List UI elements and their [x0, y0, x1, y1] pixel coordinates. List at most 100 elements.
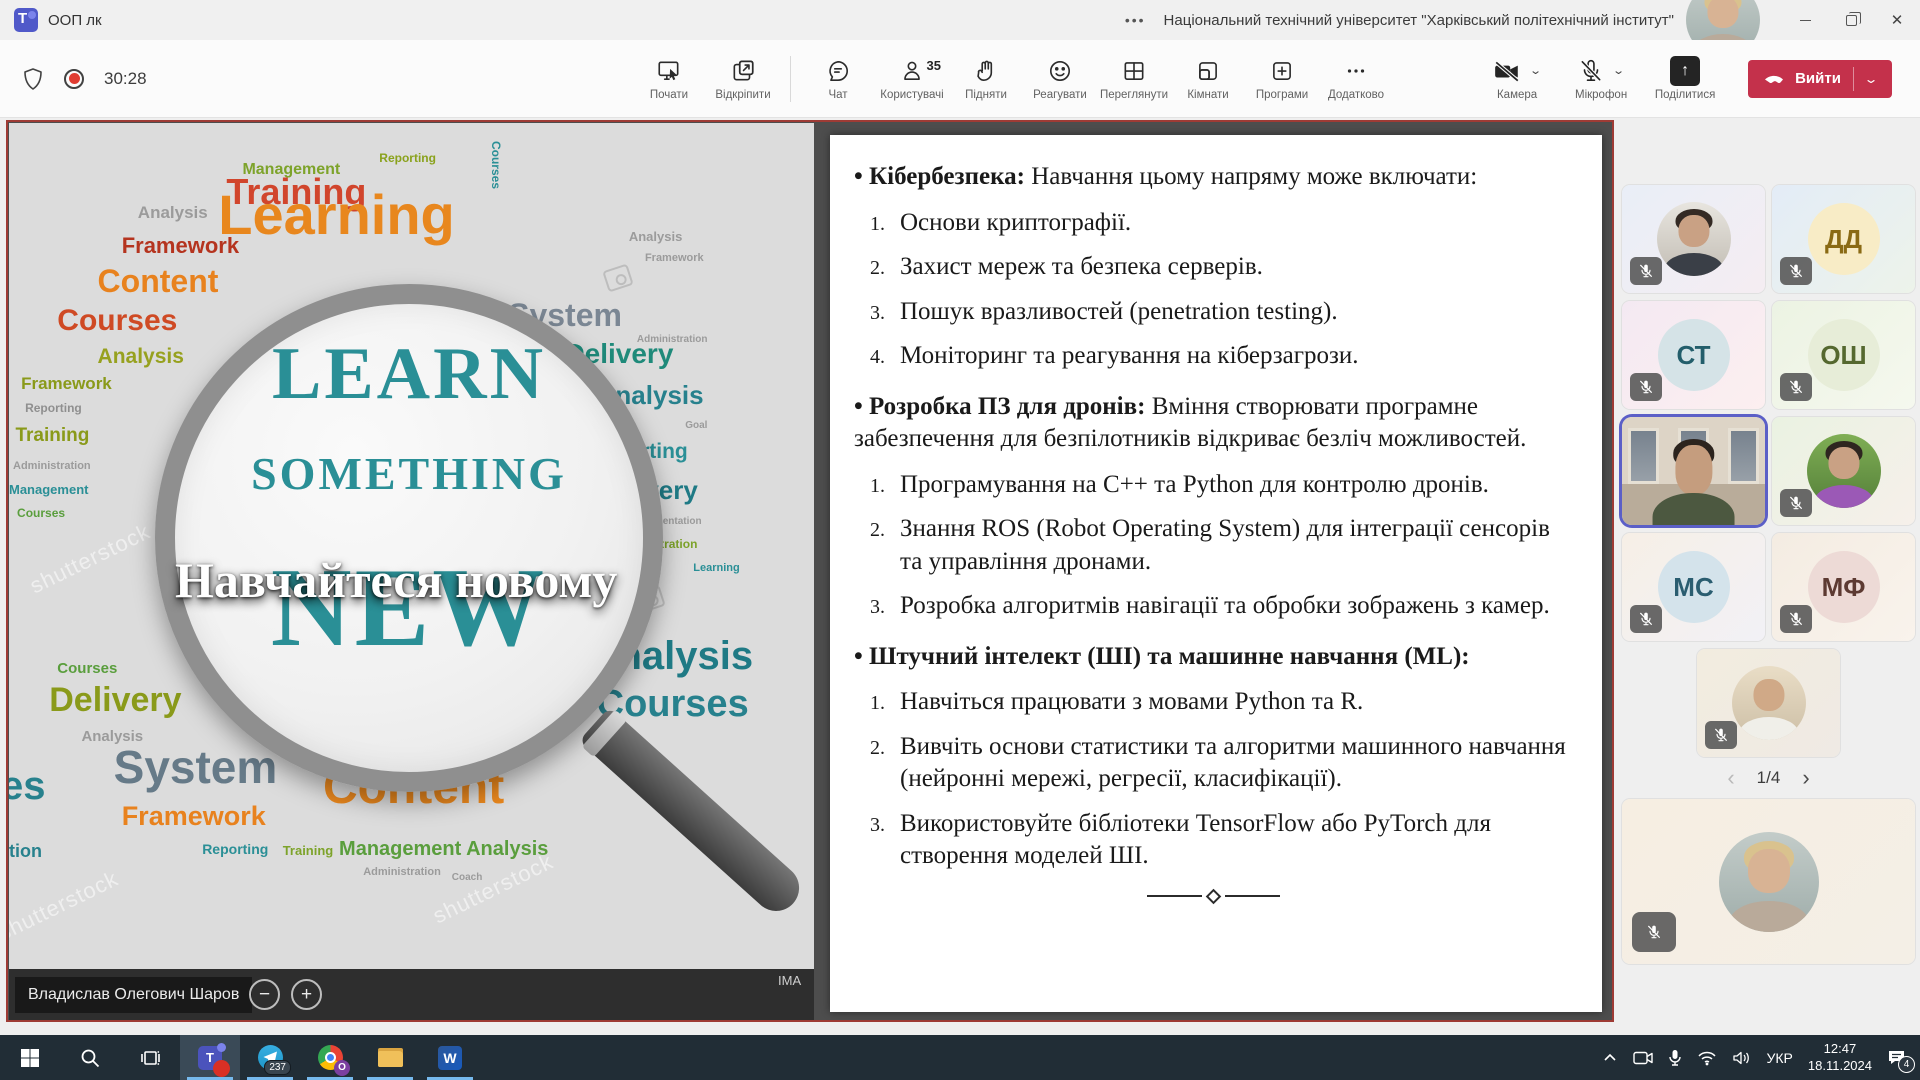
- divider-line: [1225, 895, 1280, 897]
- participant-tile[interactable]: [1697, 649, 1840, 757]
- slide-heading-lead: Навчання цьому напряму може включати:: [1025, 163, 1477, 190]
- participant-tile[interactable]: МФ: [1772, 533, 1915, 641]
- slide-list-item: 2.Вивчіть основи статистики та алгоритми…: [870, 731, 1572, 796]
- hand-button[interactable]: Підняти: [949, 51, 1023, 107]
- image-watermark-fragment: IMA: [778, 973, 801, 988]
- share-button[interactable]: ↑ Поділитися: [1648, 51, 1722, 107]
- more-button[interactable]: Додатково: [1319, 51, 1393, 107]
- presenter-overlay-strip: Владислав Олегович Шаров − +: [9, 969, 814, 1020]
- tray-action-center-icon[interactable]: 4: [1887, 1049, 1906, 1066]
- participant-tile[interactable]: СТ: [1622, 301, 1765, 409]
- tray-language-indicator[interactable]: УКР: [1767, 1050, 1793, 1066]
- taskbar-chrome-button[interactable]: O: [300, 1035, 360, 1080]
- taskbar-teams-button[interactable]: T: [180, 1035, 240, 1080]
- mic-button[interactable]: ⌄ Мікрофон: [1564, 51, 1638, 107]
- wordcloud-word: Management Analysis: [339, 839, 548, 859]
- slide-item-number: 1.: [870, 469, 900, 502]
- zoom-out-button[interactable]: −: [249, 979, 280, 1010]
- minimize-button[interactable]: [1782, 0, 1828, 40]
- muted-mic-icon: [1632, 912, 1676, 952]
- wordcloud-word: Reporting: [202, 842, 268, 856]
- tray-volume-icon[interactable]: [1732, 1050, 1752, 1066]
- taskbar-telegram-button[interactable]: 237: [240, 1035, 300, 1080]
- slide-item-number: 3.: [870, 296, 900, 329]
- speaker-head: [1675, 445, 1712, 495]
- hand-label: Підняти: [965, 89, 1007, 101]
- slide-list-item: 3.Розробка алгоритмів навігації та оброб…: [870, 590, 1572, 623]
- slide-item-text: Програмування на C++ та Python для контр…: [900, 469, 1489, 502]
- participant-tile[interactable]: ДД: [1772, 185, 1915, 293]
- hangup-phone-icon: [1762, 67, 1786, 91]
- slide-list-item: 1.Програмування на C++ та Python для кон…: [870, 469, 1572, 502]
- participant-video-tile[interactable]: [1622, 417, 1765, 525]
- slide-item-text: Захист мереж та безпека серверів.: [900, 251, 1263, 284]
- wordcloud-word: Learning: [218, 187, 454, 243]
- gallery-label: Переглянути: [1100, 89, 1168, 101]
- avatar-body: [1814, 485, 1873, 508]
- zoom-in-button[interactable]: +: [291, 979, 322, 1010]
- avatar-body: [1729, 901, 1809, 932]
- slide-list-item: 1.Основи криптографії.: [870, 207, 1572, 240]
- slide-item-number: 3.: [870, 808, 900, 873]
- rooms-button[interactable]: Кімнати: [1171, 51, 1245, 107]
- taskbar-start-button[interactable]: [0, 1035, 60, 1080]
- people-button[interactable]: 35Користувачі: [875, 51, 949, 107]
- taskbar-explorer-button[interactable]: [360, 1035, 420, 1080]
- hand-icon: [973, 57, 999, 85]
- teams-icon: T: [197, 1045, 223, 1071]
- present-button[interactable]: Почати: [632, 51, 706, 107]
- muted-mic-icon: [1780, 489, 1812, 517]
- tray-mic-icon[interactable]: [1668, 1049, 1682, 1067]
- smile-button[interactable]: Реагувати: [1023, 51, 1097, 107]
- taskbar-task-view-button[interactable]: [120, 1035, 180, 1080]
- participant-tile[interactable]: ОШ: [1772, 301, 1915, 409]
- participant-tile[interactable]: МС: [1622, 533, 1765, 641]
- titlebar-overflow-icon[interactable]: •••: [1125, 12, 1146, 28]
- pagination-prev-icon[interactable]: ‹: [1727, 767, 1734, 789]
- camera-chevron-icon[interactable]: ⌄: [1530, 64, 1543, 77]
- chat-button[interactable]: Чат: [801, 51, 875, 107]
- close-button[interactable]: ✕: [1874, 0, 1920, 40]
- tray-date: 18.11.2024: [1808, 1058, 1872, 1074]
- divider-line: [1147, 895, 1202, 897]
- slide-item-text: Пошук вразливостей (penetration testing)…: [900, 296, 1338, 329]
- watermark-text: shutterstock: [429, 849, 558, 930]
- mic-chevron-icon[interactable]: ⌄: [1613, 64, 1626, 77]
- tray-camera-icon[interactable]: [1633, 1050, 1653, 1066]
- tray-clock[interactable]: 12:47 18.11.2024: [1808, 1041, 1872, 1074]
- window-title: ООП лк: [48, 12, 102, 29]
- wordcloud-word: Courses: [57, 661, 117, 676]
- gallery-button[interactable]: Переглянути: [1097, 51, 1171, 107]
- wordcloud-word: Content: [98, 265, 219, 297]
- slide-heading-text: Кібербезпека:: [869, 163, 1025, 190]
- taskbar-search-button[interactable]: [60, 1035, 120, 1080]
- apps-button[interactable]: Програми: [1245, 51, 1319, 107]
- rooms-label: Кімнати: [1187, 89, 1228, 101]
- more-label: Додатково: [1328, 89, 1384, 101]
- participants-sidebar: ДДСТОШМСМФ ‹ 1/4 ›: [1622, 185, 1915, 964]
- apps-icon: [1269, 57, 1295, 85]
- slide-section: Кібербезпека: Навчання цьому напряму мож…: [854, 161, 1572, 373]
- leave-button[interactable]: Вийти ⌄: [1748, 60, 1892, 98]
- participant-tile[interactable]: [1622, 185, 1765, 293]
- slide-item-text: Розробка алгоритмів навігації та обробки…: [900, 590, 1550, 623]
- participant-photo-avatar: [1657, 202, 1731, 276]
- popout-button[interactable]: Відкріпити: [706, 51, 780, 107]
- restore-button[interactable]: [1828, 0, 1874, 40]
- pagination-next-icon[interactable]: ›: [1802, 767, 1809, 789]
- taskbar-word-button[interactable]: W: [420, 1035, 480, 1080]
- participant-tile[interactable]: [1622, 799, 1915, 964]
- meeting-main-area: ManagementTrainingAnalysisLearningReport…: [0, 119, 1920, 1035]
- camera-button[interactable]: ⌄ Камера: [1480, 51, 1554, 107]
- leave-chevron-icon[interactable]: ⌄: [1845, 72, 1896, 86]
- tray-wifi-icon[interactable]: [1697, 1050, 1717, 1066]
- wordcloud-word: Reporting: [25, 402, 82, 414]
- slide-section: Розробка ПЗ для дронів: Вміння створюват…: [854, 391, 1572, 623]
- participant-tile[interactable]: [1772, 417, 1915, 525]
- tray-show-hidden-icon[interactable]: [1602, 1050, 1618, 1066]
- wordcloud-word: tion: [9, 842, 42, 860]
- slide-item-text: Вивчіть основи статистики та алгоритми м…: [900, 731, 1572, 796]
- muted-mic-icon: [1780, 605, 1812, 633]
- presenter-name-label: Владислав Олегович Шаров: [15, 977, 252, 1013]
- wordcloud-word: System: [114, 744, 278, 790]
